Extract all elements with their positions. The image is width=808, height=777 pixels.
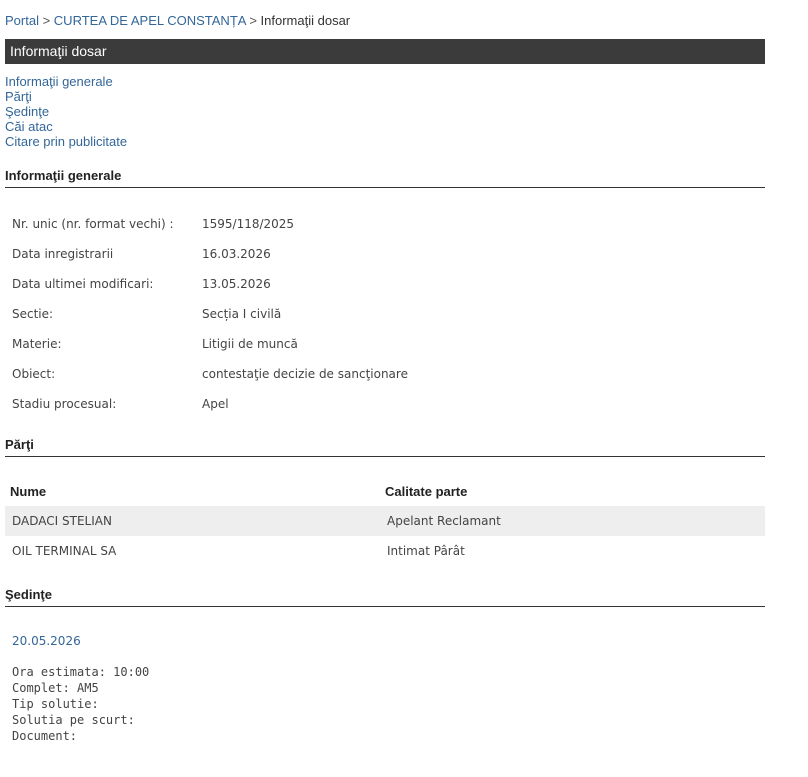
session-details: Ora estimata: 10:00 Complet: AM5 Tip sol… xyxy=(12,664,149,744)
breadcrumb-separator: > xyxy=(245,13,261,28)
info-value: Litigii de muncă xyxy=(202,337,298,351)
section-nav: Informaţii generale Părţi Şedinţe Căi at… xyxy=(5,74,127,149)
breadcrumb-separator: > xyxy=(38,13,54,28)
info-label: Stadiu procesual: xyxy=(12,397,117,411)
info-value: contestaţie decizie de sancţionare xyxy=(202,367,408,381)
section-heading-general-info: Informaţii generale xyxy=(5,168,765,188)
breadcrumb-portal-link[interactable]: Portal xyxy=(5,13,39,28)
info-label: Sectie: xyxy=(12,307,54,321)
column-header-role: Calitate parte xyxy=(385,484,468,499)
info-value: 16.03.2026 xyxy=(202,247,271,261)
party-role: Apelant Reclamant xyxy=(387,514,501,528)
party-name: DADACI STELIAN xyxy=(12,514,112,528)
info-label: Data ultimei modificari: xyxy=(12,277,154,291)
info-value: Secția I civilă xyxy=(202,307,282,321)
session-date: 20.05.2026 xyxy=(12,634,81,648)
session-solution-type: Tip solutie: xyxy=(12,697,99,711)
info-value: 13.05.2026 xyxy=(202,277,271,291)
nav-link-appeals[interactable]: Căi atac xyxy=(5,119,127,134)
breadcrumb-court-link[interactable]: CURTEA DE APEL CONSTANȚA xyxy=(54,13,246,28)
nav-link-public-summons[interactable]: Citare prin publicitate xyxy=(5,134,127,149)
section-heading-sessions: Şedinţe xyxy=(5,587,765,607)
parties-table-header: Nume Calitate parte xyxy=(5,478,765,506)
info-label: Obiect: xyxy=(12,367,56,381)
party-role: Intimat Pârât xyxy=(387,544,465,558)
section-heading-parties: Părţi xyxy=(5,437,765,457)
info-value: Apel xyxy=(202,397,229,411)
column-header-name: Nume xyxy=(10,484,47,499)
table-row: OIL TERMINAL SA Intimat Pârât xyxy=(5,536,765,566)
table-row: DADACI STELIAN Apelant Reclamant xyxy=(5,506,765,536)
session-estimated-time: Ora estimata: 10:00 xyxy=(12,665,150,679)
session-document: Document: xyxy=(12,729,78,743)
parties-table: Nume Calitate parte DADACI STELIAN Apela… xyxy=(5,478,765,566)
nav-link-general-info[interactable]: Informaţii generale xyxy=(5,74,127,89)
session-panel: Complet: AM5 xyxy=(12,681,99,695)
info-value: 1595/118/2025 xyxy=(202,217,295,231)
page-title-bar: Informaţii dosar xyxy=(5,39,765,64)
info-label: Materie: xyxy=(12,337,62,351)
info-label: Nr. unic (nr. format vechi) : xyxy=(12,217,174,231)
breadcrumb: Portal > CURTEA DE APEL CONSTANȚA > Info… xyxy=(5,13,350,28)
breadcrumb-current: Informaţii dosar xyxy=(260,13,351,28)
session-solution-summary: Solutia pe scurt: xyxy=(12,713,135,727)
party-name: OIL TERMINAL SA xyxy=(12,544,117,558)
nav-link-sessions[interactable]: Şedinţe xyxy=(5,104,127,119)
info-label: Data inregistrarii xyxy=(12,247,114,261)
page-title: Informaţii dosar xyxy=(10,43,107,59)
nav-link-parties[interactable]: Părţi xyxy=(5,89,127,104)
